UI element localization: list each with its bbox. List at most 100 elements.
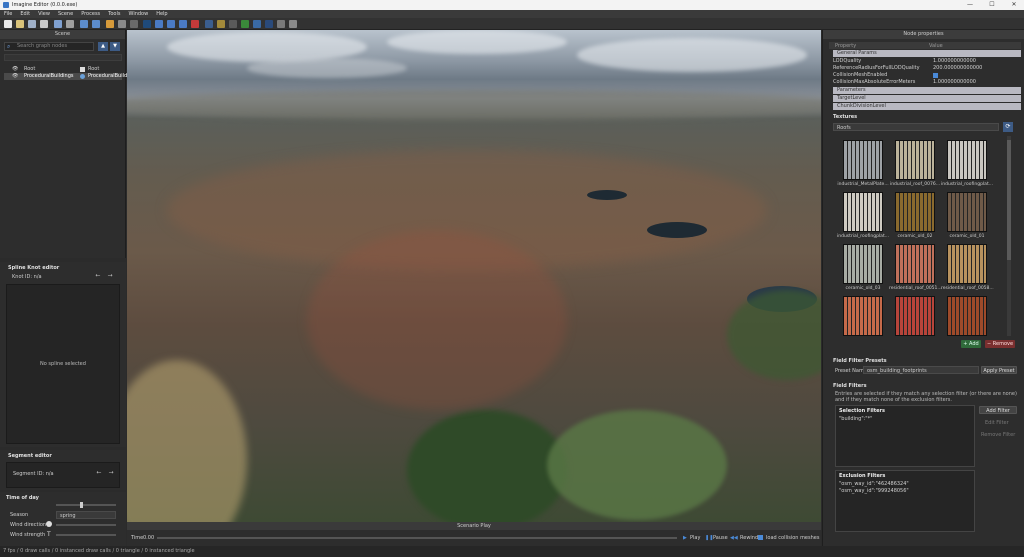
remove-texture-button[interactable]: − Remove — [985, 340, 1015, 348]
brush-icon[interactable] — [118, 20, 126, 28]
menu-help[interactable]: Help — [152, 10, 171, 18]
open-folder-icon[interactable] — [16, 20, 24, 28]
close-button[interactable]: ✕ — [1006, 1, 1022, 9]
bookmark-icon[interactable] — [191, 20, 199, 28]
wind-strength-icon: T — [47, 531, 51, 538]
refresh-icon[interactable] — [253, 20, 261, 28]
settings-gear-icon[interactable] — [289, 20, 297, 28]
undo-icon[interactable] — [80, 20, 88, 28]
move-down-button[interactable]: ▼ — [110, 42, 120, 51]
texture-thumbnail[interactable] — [843, 192, 883, 232]
remove-filter-button[interactable]: Remove Filter — [981, 432, 1015, 438]
wind-direction-slider[interactable] — [56, 524, 116, 526]
minimize-button[interactable]: — — [962, 1, 978, 9]
menu-edit[interactable]: Edit — [16, 10, 34, 18]
prev-segment-button[interactable]: ← — [95, 469, 103, 476]
property-value[interactable]: 1.000000000000 — [933, 58, 976, 65]
texture-thumbnail[interactable] — [843, 140, 883, 180]
texture-thumbnail[interactable] — [895, 296, 935, 336]
menu-process[interactable]: Process — [77, 10, 104, 18]
new-file-icon[interactable] — [4, 20, 12, 28]
next-knot-button[interactable]: → — [106, 272, 114, 279]
eraser-icon[interactable] — [130, 20, 138, 28]
tree-row-root[interactable]: 👁 Root Root — [4, 66, 122, 73]
tree-row-procedural-buildings[interactable]: 👁 ProceduralBuildings ProceduralBuilding… — [4, 73, 138, 80]
texture-thumbnail[interactable] — [895, 192, 935, 232]
select-tool-icon[interactable] — [143, 20, 151, 28]
season-select[interactable]: spring — [56, 511, 116, 519]
load-collision-checkbox[interactable] — [758, 535, 763, 540]
menu-scene[interactable]: Scene — [54, 10, 77, 18]
save-as-icon[interactable] — [40, 20, 48, 28]
texture-thumbnail[interactable] — [947, 192, 987, 232]
timeline-slider[interactable] — [157, 537, 677, 539]
texture-thumbnail[interactable] — [947, 244, 987, 284]
3d-viewport[interactable] — [127, 30, 821, 522]
property-value[interactable]: 1.000000000000 — [933, 79, 976, 86]
menu-tools[interactable]: Tools — [104, 10, 124, 18]
lock-icon[interactable] — [265, 20, 273, 28]
export-icon[interactable] — [66, 20, 74, 28]
texture-filter-select[interactable]: Roofs — [833, 123, 999, 131]
property-value[interactable]: 200.000000000000 — [933, 65, 982, 72]
texture-scrollbar[interactable] — [1007, 136, 1011, 336]
apply-preset-button[interactable]: Apply Preset — [981, 366, 1017, 374]
collision-enabled-checkbox[interactable] — [933, 73, 938, 78]
exclusion-filter-item[interactable]: "osm_way_id":"999248056" — [839, 488, 909, 494]
pin-icon[interactable] — [229, 20, 237, 28]
preset-name-select[interactable]: osm_building_footprints — [863, 366, 979, 374]
parameters-group[interactable]: Parameters — [833, 87, 1021, 94]
chunk-division-level-group[interactable]: ChunkDivisionLevel — [833, 103, 1021, 110]
save-icon[interactable] — [28, 20, 36, 28]
texture-thumbnail[interactable] — [895, 140, 935, 180]
selection-filter-item[interactable]: "building":"*" — [839, 416, 872, 422]
scale-tool-icon[interactable] — [179, 20, 187, 28]
grid-icon[interactable] — [106, 20, 114, 28]
scenario-play-header: Scenario Play — [127, 522, 821, 530]
import-icon[interactable] — [54, 20, 62, 28]
property-row[interactable]: LODQuality 1.000000000000 — [833, 58, 1021, 65]
layers-icon[interactable] — [217, 20, 225, 28]
property-row[interactable]: ReferenceRadiusForFullLODQuality 200.000… — [833, 65, 1021, 72]
play-button[interactable]: Play — [690, 535, 700, 541]
menu-view[interactable]: View — [34, 10, 54, 18]
texture-thumbnail[interactable] — [843, 296, 883, 336]
rotate-tool-icon[interactable] — [167, 20, 175, 28]
visibility-eye-icon[interactable]: 👁 — [12, 66, 18, 73]
general-params-group[interactable]: General Params — [833, 50, 1021, 57]
wind-direction-dial-icon[interactable] — [46, 521, 52, 527]
time-slider[interactable] — [56, 502, 116, 508]
refresh-textures-icon[interactable]: ⟳ — [1003, 122, 1013, 132]
property-row[interactable]: CollisionMeshEnabled — [833, 72, 1021, 79]
play-icon[interactable]: ▶ — [683, 535, 687, 541]
texture-thumbnail[interactable] — [895, 244, 935, 284]
rewind-icon[interactable]: ◀◀ — [730, 535, 738, 541]
search-input[interactable]: Search graph nodes — [4, 42, 94, 51]
add-filter-button[interactable]: Add Filter — [979, 406, 1017, 414]
camera-icon[interactable] — [277, 20, 285, 28]
next-segment-button[interactable]: → — [107, 469, 115, 476]
exclusion-filter-item[interactable]: "osm_way_id":"462486324" — [839, 481, 909, 487]
wind-strength-slider[interactable] — [56, 534, 116, 536]
pause-button[interactable]: Pause — [713, 535, 728, 541]
texture-thumbnail[interactable] — [947, 140, 987, 180]
map-icon[interactable] — [241, 20, 249, 28]
texture-scrollbar-thumb[interactable] — [1007, 140, 1011, 260]
move-up-button[interactable]: ▲ — [98, 42, 108, 51]
rewind-button[interactable]: Rewind — [740, 535, 758, 541]
add-texture-button[interactable]: + Add — [961, 340, 981, 348]
prev-knot-button[interactable]: ← — [94, 272, 102, 279]
texture-thumbnail[interactable] — [843, 244, 883, 284]
move-tool-icon[interactable] — [155, 20, 163, 28]
property-row[interactable]: CollisionMaxAbsoluteErrorMeters 1.000000… — [833, 79, 1021, 86]
menu-window[interactable]: Window — [124, 10, 152, 18]
redo-icon[interactable] — [92, 20, 100, 28]
time-slider-handle[interactable] — [80, 502, 83, 508]
maximize-button[interactable]: ☐ — [984, 1, 1000, 9]
visibility-eye-icon[interactable]: 👁 — [12, 73, 18, 80]
edit-filter-button[interactable]: Edit Filter — [985, 420, 1009, 426]
target-level-group[interactable]: TargetLevel — [833, 95, 1021, 102]
texture-thumbnail[interactable] — [947, 296, 987, 336]
terrain-icon[interactable] — [205, 20, 213, 28]
menu-file[interactable]: File — [0, 10, 16, 18]
